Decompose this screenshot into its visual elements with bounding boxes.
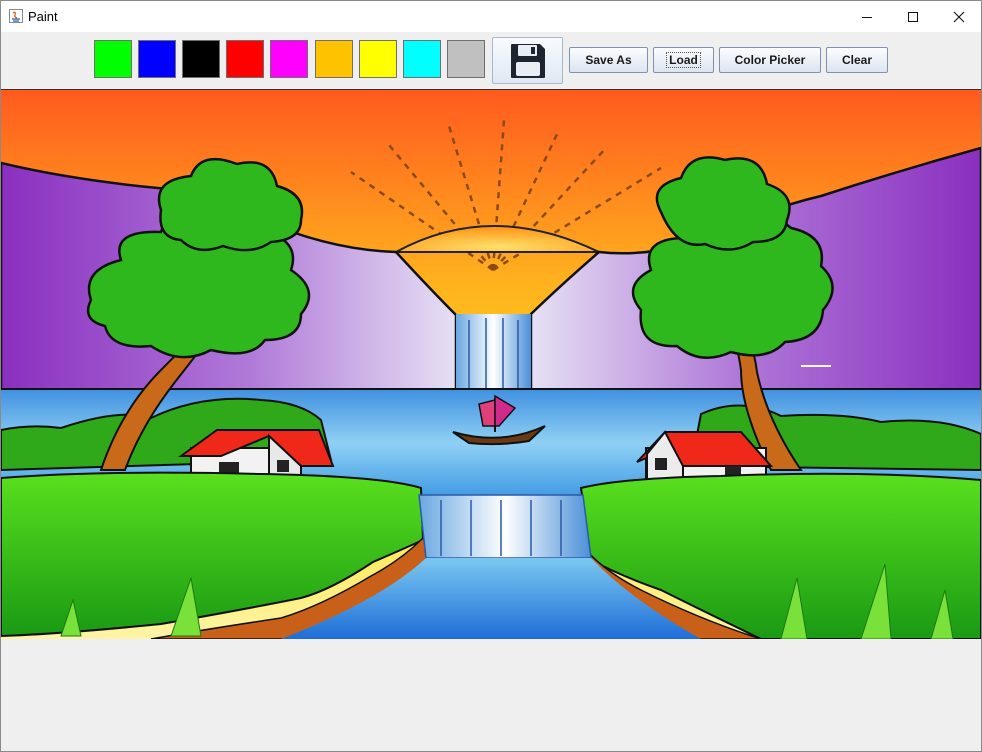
load-button-label: Load — [666, 52, 701, 68]
minimize-icon — [862, 16, 872, 18]
maximize-button[interactable] — [890, 1, 936, 32]
landscape-drawing — [1, 90, 981, 639]
close-icon — [953, 11, 965, 22]
color-swatch-blue[interactable] — [138, 40, 176, 78]
maximize-icon — [908, 11, 918, 22]
window-title: Paint — [28, 9, 58, 24]
save-button[interactable] — [492, 37, 563, 84]
load-button[interactable]: Load — [653, 47, 714, 73]
color-swatch-red[interactable] — [226, 40, 264, 78]
minimize-button[interactable] — [844, 1, 890, 32]
paint-window: Paint Save As Load Color Picker Clear — [0, 0, 982, 752]
close-button[interactable] — [936, 1, 981, 32]
save-as-button[interactable]: Save As — [569, 47, 648, 73]
color-picker-button[interactable]: Color Picker — [719, 47, 821, 73]
color-swatch-cyan[interactable] — [403, 40, 441, 78]
toolbar: Save As Load Color Picker Clear — [1, 32, 981, 89]
title-bar: Paint — [1, 1, 981, 32]
color-swatch-black[interactable] — [182, 40, 220, 78]
color-swatch-gray[interactable] — [447, 40, 485, 78]
color-swatch-yellow[interactable] — [359, 40, 397, 78]
color-swatch-magenta[interactable] — [270, 40, 308, 78]
drawing-canvas[interactable] — [1, 89, 981, 640]
empty-panel — [1, 639, 981, 751]
color-swatch-orange[interactable] — [315, 40, 353, 78]
color-swatch-green[interactable] — [94, 40, 132, 78]
floppy-disk-icon — [510, 43, 545, 78]
clear-button[interactable]: Clear — [826, 47, 888, 73]
java-app-icon — [9, 9, 23, 23]
